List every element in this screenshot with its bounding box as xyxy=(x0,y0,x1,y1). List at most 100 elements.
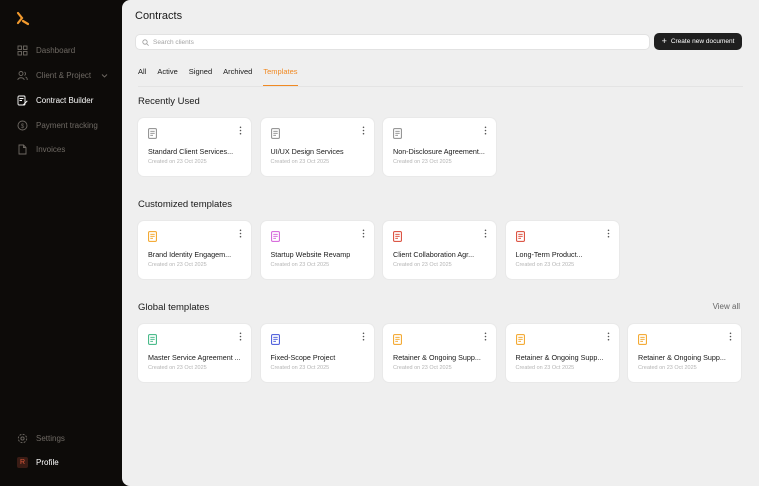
template-card-date: Created on 23 Oct 2025 xyxy=(270,159,330,165)
search-icon xyxy=(142,38,149,46)
template-card-name: Standard Client Services... xyxy=(148,147,234,156)
more-options-icon[interactable] xyxy=(484,332,487,341)
more-options-icon[interactable] xyxy=(239,126,242,135)
document-icon xyxy=(270,334,280,345)
avatar: R xyxy=(17,456,28,468)
sidebar-item-label: Client & Project xyxy=(36,70,92,80)
create-button-label: Create new document xyxy=(670,38,735,45)
document-icon xyxy=(393,128,402,139)
document-icon xyxy=(148,231,157,242)
template-card-date: Created on 23 Oct 2025 xyxy=(393,262,452,268)
template-card[interactable]: Fixed-Scope Project Created on 23 Oct 202… xyxy=(260,324,374,382)
document-icon xyxy=(638,334,647,345)
more-options-icon[interactable] xyxy=(239,332,242,341)
template-card[interactable]: Startup Website Revamp Created on 23 Oct … xyxy=(260,221,374,279)
contract-edit-icon xyxy=(17,95,28,106)
template-card-name: Retainer & Ongoing Supp... xyxy=(638,353,726,362)
document-icon xyxy=(393,334,402,345)
template-card[interactable]: UI/UX Design Services Created on 23 Oct 2… xyxy=(260,118,374,176)
template-card-date: Created on 23 Oct 2025 xyxy=(393,365,452,371)
more-options-icon[interactable] xyxy=(484,229,487,238)
template-card[interactable]: Master Service Agreement ... Created on 2… xyxy=(138,324,251,382)
template-card[interactable]: Brand Identity Engagem... Created on 23 O… xyxy=(138,221,251,279)
create-new-document-button[interactable]: + Create new document xyxy=(654,33,742,50)
more-options-icon[interactable] xyxy=(239,229,242,238)
page-title: Contracts xyxy=(135,10,183,22)
template-card-name: Client Collaboration Agr... xyxy=(393,250,475,259)
template-card-name: UI/UX Design Services xyxy=(270,147,344,156)
template-card-date: Created on 23 Oct 2025 xyxy=(515,262,575,268)
more-options-icon[interactable] xyxy=(607,332,610,341)
template-card-date: Created on 23 Oct 2025 xyxy=(148,365,207,371)
document-icon xyxy=(393,231,402,242)
sidebar-item-label: Payment tracking xyxy=(36,120,98,130)
template-card-name: Brand Identity Engagem... xyxy=(148,250,232,259)
tab-archived[interactable]: Archived xyxy=(223,66,252,86)
document-icon xyxy=(515,334,525,345)
more-options-icon[interactable] xyxy=(484,126,487,135)
template-card-name: Fixed-Scope Project xyxy=(270,353,336,362)
search-input[interactable] xyxy=(153,38,633,46)
document-icon xyxy=(270,128,280,139)
chevron-down-icon[interactable] xyxy=(101,72,108,79)
document-icon xyxy=(148,128,157,139)
app-logo-icon[interactable] xyxy=(15,11,31,27)
template-card-date: Created on 23 Oct 2025 xyxy=(148,159,207,165)
dollar-icon: $ xyxy=(17,120,28,131)
search-bar[interactable] xyxy=(135,34,650,50)
sidebar-item-label: Contract Builder xyxy=(36,95,94,105)
section-title-global-templates: Global templates xyxy=(138,302,210,313)
sidebar-item-client-project[interactable]: Client & Project xyxy=(17,68,108,82)
template-card[interactable]: Retainer & Ongoing Supp... Created on 23 … xyxy=(383,324,496,382)
tab-active[interactable]: Active xyxy=(157,66,177,86)
more-options-icon[interactable] xyxy=(607,229,610,238)
sidebar-item-payment-tracking[interactable]: $ Payment tracking xyxy=(17,118,98,132)
sidebar-item-settings[interactable]: Settings xyxy=(17,431,65,445)
view-all-link[interactable]: View all xyxy=(713,302,740,311)
template-card-name: Non-Disclosure Agreement... xyxy=(393,147,485,156)
document-icon xyxy=(270,231,280,242)
users-icon xyxy=(17,70,28,81)
plus-icon: + xyxy=(661,36,667,46)
tab-templates[interactable]: Templates xyxy=(263,66,298,86)
section-title-recently-used: Recently Used xyxy=(138,96,200,107)
sidebar-item-label: Dashboard xyxy=(36,45,76,55)
template-card-date: Created on 23 Oct 2025 xyxy=(270,365,330,371)
document-icon xyxy=(148,334,157,345)
sidebar-item-contract-builder[interactable]: Contract Builder xyxy=(17,93,93,107)
svg-text:$: $ xyxy=(21,123,25,129)
document-icon xyxy=(515,231,525,242)
tab-bar: All Active Signed Archived Templates xyxy=(138,66,309,86)
tab-signed[interactable]: Signed xyxy=(189,66,212,86)
template-card-name: Retainer & Ongoing Supp... xyxy=(393,353,481,362)
more-options-icon[interactable] xyxy=(729,332,732,341)
template-card[interactable]: Non-Disclosure Agreement... Created on 23… xyxy=(383,118,496,176)
grid-icon xyxy=(17,45,28,56)
sidebar-item-label: Settings xyxy=(36,433,65,443)
more-options-icon[interactable] xyxy=(362,332,365,341)
template-card[interactable]: Client Collaboration Agr... Created on 23… xyxy=(383,221,496,279)
template-card-date: Created on 23 Oct 2025 xyxy=(393,159,452,165)
sidebar-item-profile[interactable]: R Profile xyxy=(17,455,59,469)
tab-all[interactable]: All xyxy=(138,66,146,86)
more-options-icon[interactable] xyxy=(362,126,365,135)
template-card-date: Created on 23 Oct 2025 xyxy=(148,262,207,268)
main-content: Contracts + Create new document All Acti… xyxy=(122,0,759,486)
sidebar: Dashboard Client & Project Contract Buil… xyxy=(0,0,122,486)
file-icon xyxy=(17,144,28,155)
template-card[interactable]: Retainer & Ongoing Supp... Created on 23 … xyxy=(628,324,741,382)
sidebar-item-dashboard[interactable]: Dashboard xyxy=(17,43,75,57)
sidebar-item-label: Invoices xyxy=(36,144,66,154)
template-card[interactable]: Standard Client Services... Created on 23… xyxy=(138,118,251,176)
template-card-name: Retainer & Ongoing Supp... xyxy=(515,353,604,362)
gear-icon xyxy=(17,433,28,444)
sidebar-item-invoices[interactable]: Invoices xyxy=(17,142,65,156)
tabs-divider xyxy=(138,86,743,87)
more-options-icon[interactable] xyxy=(362,229,365,238)
template-card-date: Created on 23 Oct 2025 xyxy=(515,365,575,371)
template-card[interactable]: Long-Term Product... Created on 23 Oct 20… xyxy=(505,221,619,279)
template-card[interactable]: Retainer & Ongoing Supp... Created on 23 … xyxy=(505,324,619,382)
section-title-customized-templates: Customized templates xyxy=(138,199,232,210)
template-card-name: Startup Website Revamp xyxy=(270,250,351,259)
sidebar-item-label: Profile xyxy=(36,457,59,467)
